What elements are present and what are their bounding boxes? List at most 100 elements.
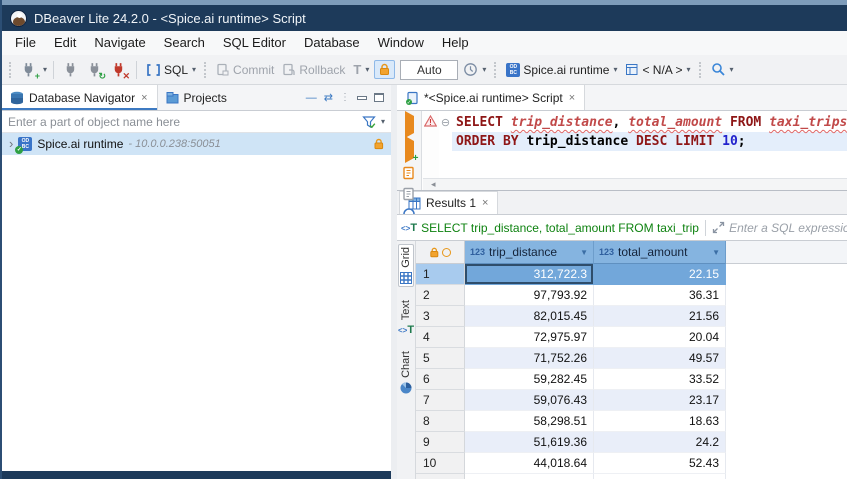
table-row[interactable]: 1044,018.6452.43 <box>416 453 847 474</box>
reconnect-button[interactable]: ↻ <box>84 60 106 80</box>
execute-script-button[interactable] <box>402 166 416 180</box>
cell-trip-distance[interactable]: 51,619.36 <box>465 432 594 453</box>
menu-edit[interactable]: Edit <box>45 31 85 55</box>
view-menu-icon[interactable]: ⋮ <box>340 92 350 103</box>
table-row[interactable]: 571,752.2649.57 <box>416 348 847 369</box>
new-connection-caret-icon[interactable]: ▾ <box>43 65 47 74</box>
menu-file[interactable]: File <box>6 31 45 55</box>
tab-chart[interactable]: Chart <box>399 349 413 396</box>
row-number[interactable]: 4 <box>416 327 465 348</box>
table-row[interactable]: 858,298.5118.63 <box>416 411 847 432</box>
menu-navigate[interactable]: Navigate <box>85 31 154 55</box>
sort-down-icon[interactable]: ▼ <box>712 248 720 257</box>
menu-search[interactable]: Search <box>155 31 214 55</box>
link-editor-icon[interactable]: ⇄ <box>324 91 333 104</box>
fold-collapse-icon[interactable]: ⊖ <box>441 117 450 129</box>
row-number[interactable]: 1 <box>416 264 465 285</box>
expand-icon[interactable] <box>712 221 725 234</box>
tab-database-navigator[interactable]: Database Navigator × <box>2 85 158 110</box>
transaction-log-button[interactable]: ▾ <box>460 60 489 79</box>
connect-button[interactable] <box>60 60 82 80</box>
cell-trip-distance[interactable]: 58,298.51 <box>465 411 594 432</box>
tab-projects[interactable]: Projects <box>158 85 235 110</box>
cell-total-amount[interactable]: 22.15 <box>594 264 726 285</box>
table-row[interactable]: 659,282.4533.52 <box>416 369 847 390</box>
close-icon[interactable]: × <box>568 92 576 104</box>
commit-button[interactable]: Commit <box>213 61 277 79</box>
cell-trip-distance[interactable]: 71,752.26 <box>465 348 594 369</box>
close-icon[interactable]: × <box>140 92 148 104</box>
row-number[interactable]: 10 <box>416 453 465 474</box>
table-row[interactable]: 472,975.9720.04 <box>416 327 847 348</box>
filter-caret-icon[interactable]: ▾ <box>381 117 385 126</box>
rollback-button[interactable]: Rollback <box>279 61 348 79</box>
sql-line-2-current[interactable]: ORDER BY trip_distance DESC LIMIT 10; <box>452 132 847 151</box>
menu-window[interactable]: Window <box>369 31 433 55</box>
sql-line-1[interactable]: SELECT trip_distance, total_amount FROM … <box>452 113 847 132</box>
chevron-right-icon[interactable]: › <box>9 138 13 150</box>
grid-corner-cell[interactable] <box>416 241 465 264</box>
cell-trip-distance[interactable]: 312,722.3 <box>465 264 594 285</box>
scroll-left-icon[interactable]: ◂ <box>431 179 436 190</box>
row-number[interactable]: 9 <box>416 432 465 453</box>
connection-lock-toggle[interactable] <box>374 60 395 79</box>
cell-total-amount[interactable]: 33.52 <box>594 369 726 390</box>
cell-total-amount[interactable]: 24.2 <box>594 432 726 453</box>
cell-total-amount[interactable]: 36.31 <box>594 285 726 306</box>
tree-item-connection[interactable]: › ODBC✓ Spice.ai runtime - 10.0.0.238:50… <box>2 133 391 155</box>
execute-statement-button[interactable] <box>405 116 414 134</box>
disconnect-button[interactable]: ✕ <box>108 60 130 80</box>
cell-trip-distance[interactable]: 72,975.97 <box>465 327 594 348</box>
collapse-all-icon[interactable]: — <box>306 92 317 104</box>
row-number[interactable]: 5 <box>416 348 465 369</box>
cell-total-amount[interactable]: 20.04 <box>594 327 726 348</box>
maximize-view-icon[interactable] <box>374 93 384 102</box>
column-header-total-amount[interactable]: 123 total_amount ▼ <box>594 241 726 264</box>
row-number[interactable]: 7 <box>416 390 465 411</box>
table-row[interactable]: 382,015.4521.56 <box>416 306 847 327</box>
cell-trip-distance[interactable]: 97,793.92 <box>465 285 594 306</box>
tab-grid[interactable]: Grid <box>398 244 414 287</box>
sql-expression-input[interactable]: Enter a SQL expression to <box>729 221 847 235</box>
column-header-trip-distance[interactable]: 123 trip_distance ▼ <box>465 241 594 264</box>
cell-trip-distance[interactable]: 82,015.45 <box>465 306 594 327</box>
row-number[interactable]: 2 <box>416 285 465 306</box>
cell-trip-distance[interactable]: 59,076.43 <box>465 390 594 411</box>
close-icon[interactable]: × <box>481 197 489 209</box>
row-number[interactable]: 8 <box>416 411 465 432</box>
cell-total-amount[interactable]: 23.17 <box>594 390 726 411</box>
sort-down-icon[interactable]: ▼ <box>580 248 588 257</box>
cell-total-amount[interactable]: 52.43 <box>594 453 726 474</box>
row-number[interactable]: 3 <box>416 306 465 327</box>
table-row[interactable]: 297,793.9236.31 <box>416 285 847 306</box>
tab-text[interactable]: Text <>T <box>397 298 415 338</box>
execute-new-tab-button[interactable]: + <box>405 141 414 159</box>
menu-sql-editor[interactable]: SQL Editor <box>214 31 295 55</box>
minimize-view-icon[interactable] <box>357 96 367 100</box>
menu-database[interactable]: Database <box>295 31 369 55</box>
transaction-mode-button[interactable]: T ▾ <box>350 60 372 79</box>
filter-funnel-icon[interactable] <box>362 115 376 128</box>
search-button[interactable]: ▾ <box>708 60 737 79</box>
database-stack-icon <box>10 91 24 105</box>
active-schema-select[interactable]: < N/A > ▾ <box>622 61 693 79</box>
object-filter-input[interactable]: Enter a part of object name here <box>8 115 180 129</box>
cell-total-amount[interactable]: 21.56 <box>594 306 726 327</box>
table-row[interactable]: 951,619.3624.2 <box>416 432 847 453</box>
script-preview-button[interactable] <box>402 187 416 201</box>
active-connection-select[interactable]: ODBC Spice.ai runtime ▾ <box>503 61 620 79</box>
navigator-tab-bar: Database Navigator × Projects — ⇄ ⋮ <box>2 85 391 111</box>
cell-total-amount[interactable]: 18.63 <box>594 411 726 432</box>
commit-mode-select[interactable]: Auto <box>400 60 458 80</box>
row-number[interactable]: 6 <box>416 369 465 390</box>
cell-total-amount[interactable]: 49.57 <box>594 348 726 369</box>
cell-trip-distance[interactable]: 59,282.45 <box>465 369 594 390</box>
tab-sql-script[interactable]: ✓ *<Spice.ai runtime> Script × <box>397 85 585 110</box>
table-row[interactable]: 759,076.4323.17 <box>416 390 847 411</box>
editor-horizontal-scrollbar[interactable]: ◂ <box>423 178 847 190</box>
new-connection-button[interactable]: + <box>18 60 40 80</box>
menu-help[interactable]: Help <box>433 31 478 55</box>
table-row[interactable]: 1312,722.322.15 <box>416 264 847 285</box>
cell-trip-distance[interactable]: 44,018.64 <box>465 453 594 474</box>
new-sql-editor-button[interactable]: SQL ▾ <box>143 61 199 79</box>
